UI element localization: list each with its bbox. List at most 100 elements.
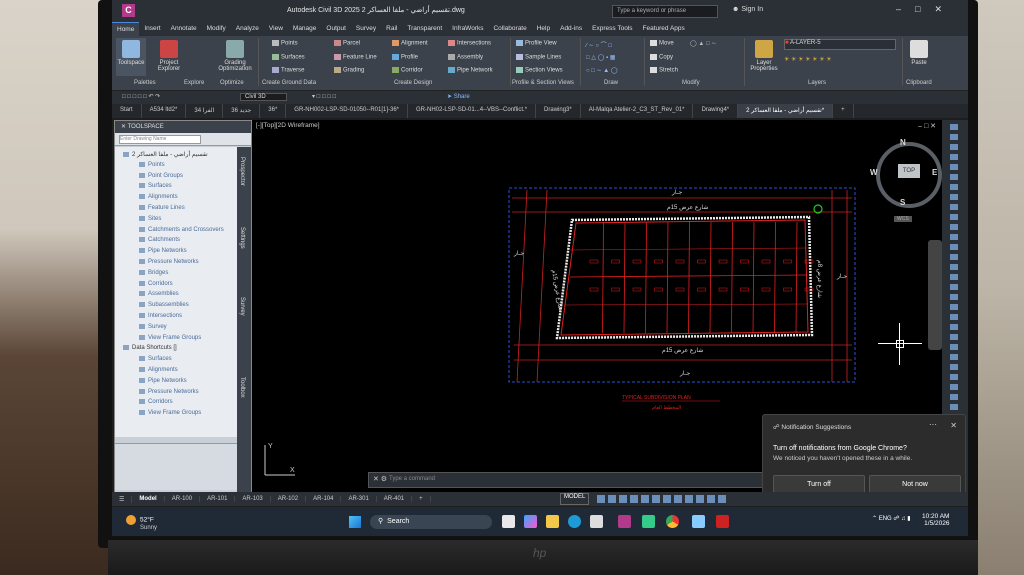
layout-tab[interactable]: AR-104	[306, 496, 342, 502]
layout-menu-icon[interactable]: ☰	[112, 495, 133, 503]
tree-item[interactable]: View Frame Groups	[139, 334, 201, 341]
polar-icon[interactable]	[630, 495, 639, 503]
compass-south[interactable]: S	[900, 198, 905, 207]
civil3d-taskbar-icon[interactable]	[618, 515, 631, 528]
side-tool-icon[interactable]	[950, 404, 958, 410]
move-button[interactable]: Move	[650, 40, 674, 47]
ribbon-tab-manage[interactable]: Manage	[288, 22, 322, 36]
project-explorer-button[interactable]: Project Explorer	[154, 38, 184, 76]
store-icon[interactable]	[590, 515, 603, 528]
tray-status-icons[interactable]: ☍ ♫ ▮	[892, 516, 910, 522]
grading-menu[interactable]: Grading	[334, 67, 364, 74]
side-tool-icon[interactable]	[950, 134, 958, 140]
side-tool-icon[interactable]	[950, 324, 958, 330]
draw-tools-row-3[interactable]: ○ □ ∼ ▲ ◯	[586, 67, 618, 74]
otrack-icon[interactable]	[652, 495, 661, 503]
points-menu[interactable]: Points	[272, 40, 298, 47]
side-tool-icon[interactable]	[950, 204, 958, 210]
compass-north[interactable]: N	[900, 138, 906, 147]
ribbon-tab-insert[interactable]: Insert	[139, 22, 165, 36]
ribbon-tab-transparent[interactable]: Transparent	[402, 22, 447, 36]
side-tool-icon[interactable]	[950, 184, 958, 190]
side-tool-icon[interactable]	[950, 394, 958, 400]
side-tool-icon[interactable]	[950, 274, 958, 280]
workspace-switch-icon[interactable]	[707, 495, 716, 503]
document-tab[interactable]: جديد 36	[223, 104, 261, 118]
layout-tab[interactable]: AR-301	[341, 496, 377, 502]
side-tool-icon[interactable]	[950, 214, 958, 220]
language-indicator[interactable]: ENG	[879, 516, 892, 522]
pipe-network-menu[interactable]: Pipe Network	[448, 67, 493, 74]
qat-icons[interactable]: □ □ □ □ □ ↶ ↷	[122, 93, 160, 100]
profile-view-menu[interactable]: Profile View	[516, 40, 557, 47]
tree-item[interactable]: Catchments	[139, 237, 180, 243]
tree-item[interactable]: Points	[139, 161, 165, 168]
side-tool-icon[interactable]	[950, 234, 958, 240]
alignment-menu[interactable]: Alignment	[392, 40, 428, 47]
surfaces-menu[interactable]: Surfaces	[272, 54, 305, 61]
window-controls[interactable]: –□✕	[896, 4, 956, 15]
task-view-icon[interactable]	[502, 515, 515, 528]
side-tool-icon[interactable]	[950, 174, 958, 180]
intersections-menu[interactable]: Intersections	[448, 40, 491, 47]
tab-settings[interactable]: Settings	[239, 227, 245, 249]
side-tool-icon[interactable]	[950, 374, 958, 380]
windows-start-icon[interactable]	[349, 516, 361, 528]
draw-tools-row-1[interactable]: ∕ ∼ ○ ⌒ □	[586, 40, 612, 49]
add-layout-button[interactable]: +	[412, 496, 431, 502]
ribbon-tab-analyze[interactable]: Analyze	[231, 22, 264, 36]
side-tool-icon[interactable]	[950, 314, 958, 320]
ortho-icon[interactable]	[619, 495, 628, 503]
model-space-toggle[interactable]: MODEL	[560, 493, 590, 505]
document-tab[interactable]: A534 ltd2*	[142, 104, 187, 118]
side-tool-icon[interactable]	[950, 384, 958, 390]
layer-properties-button[interactable]: Layer Properties	[748, 38, 780, 76]
grading-optimization-button[interactable]: Grading Optimization	[216, 38, 254, 76]
customize-icon[interactable]	[718, 495, 727, 503]
tree-item[interactable]: Pressure Networks	[139, 259, 199, 265]
tree-item[interactable]: Bridges	[139, 269, 168, 276]
tray-chevron-icon[interactable]: ⌃	[872, 516, 879, 522]
tree-item[interactable]: Pipe Networks	[139, 377, 187, 384]
layer-tools[interactable]: ☀ ☀ ☀ ☀ ☀ ☀ ☀	[784, 56, 832, 63]
corridor-menu[interactable]: Corridor	[392, 67, 423, 74]
side-tool-icon[interactable]	[950, 164, 958, 170]
side-tool-icon[interactable]	[950, 244, 958, 250]
side-tool-icon[interactable]	[950, 354, 958, 360]
tree-item[interactable]: Alignments	[139, 194, 178, 200]
tree-item[interactable]: تقسيم أراضي - ملفا العساكر 2	[123, 151, 208, 158]
ribbon-tab-featured-apps[interactable]: Featured Apps	[638, 22, 690, 36]
side-tool-icon[interactable]	[950, 284, 958, 290]
tree-item[interactable]: Subassemblies	[139, 302, 189, 308]
tree-item[interactable]: Assemblies	[139, 291, 179, 297]
qat-more-icons[interactable]: ▾ □ □ □ □	[312, 93, 336, 100]
ribbon-tab-infraworks[interactable]: InfraWorks	[447, 22, 488, 36]
copy-button[interactable]: Copy	[650, 54, 673, 61]
sample-lines-menu[interactable]: Sample Lines	[516, 54, 561, 61]
document-tab[interactable]: Start	[112, 104, 142, 118]
close-icon[interactable]: ✕	[934, 4, 956, 14]
tree-item[interactable]: Surfaces	[139, 183, 172, 189]
tree-item[interactable]: Pipe Networks	[139, 248, 187, 254]
modify-tools[interactable]: ◯ ▲ □ ∼	[690, 40, 716, 47]
profile-menu[interactable]: Profile	[392, 54, 418, 61]
tree-item[interactable]: Surfaces	[139, 356, 172, 362]
copilot-icon[interactable]	[524, 515, 537, 528]
side-tool-icon[interactable]	[950, 264, 958, 270]
layout-tab[interactable]: AR-100	[165, 496, 201, 502]
document-tab[interactable]: Drawing3*	[536, 104, 581, 118]
system-tray[interactable]: ⌃ ENG ☍ ♫ ▮	[872, 515, 911, 522]
traverse-menu[interactable]: Traverse	[272, 67, 304, 74]
layout-tab[interactable]: Model	[132, 496, 165, 502]
feature-line-menu[interactable]: Feature Line	[334, 54, 377, 61]
tree-item[interactable]: View Frame Groups	[139, 410, 201, 416]
ribbon-tab-help[interactable]: Help	[532, 22, 555, 36]
tree-item[interactable]: Survey	[139, 323, 167, 330]
stretch-button[interactable]: Stretch	[650, 67, 678, 74]
tree-item[interactable]: Intersections	[139, 313, 182, 319]
ribbon-tab-add-ins[interactable]: Add-ins	[555, 22, 587, 36]
assembly-menu[interactable]: Assembly	[448, 54, 483, 61]
ribbon-tab-rail[interactable]: Rail	[381, 22, 402, 36]
maximize-icon[interactable]: □	[915, 4, 934, 14]
ribbon-tab-modify[interactable]: Modify	[202, 22, 231, 36]
